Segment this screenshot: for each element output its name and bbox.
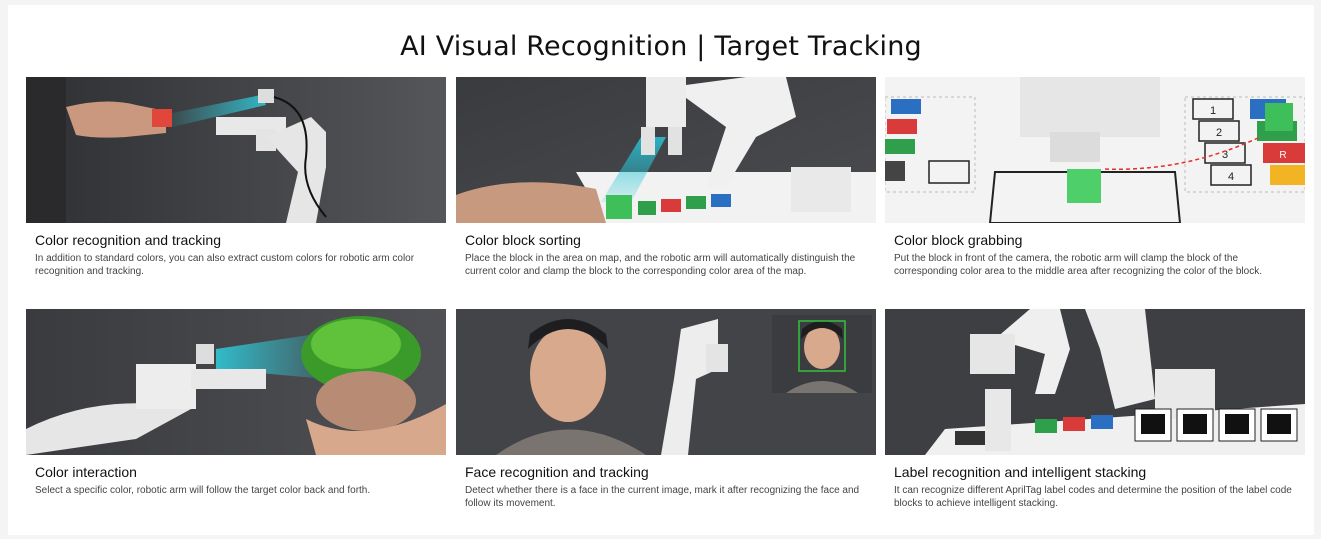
map-cell-label: 2 — [1216, 127, 1222, 139]
map-cell-label: 4 — [1228, 171, 1234, 183]
label-stacking-photo — [885, 309, 1305, 455]
card-description: In addition to standard colors, you can … — [35, 253, 415, 277]
card-description: It can recognize different AprilTag labe… — [894, 485, 1292, 509]
page-title: AI Visual Recognition | Target Tracking — [400, 31, 922, 62]
card-description: Place the block in the area on map, and … — [465, 253, 856, 277]
card-title: Label recognition and intelligent stacki… — [894, 464, 1147, 480]
page: AI Visual Recognition | Target Tracking — [8, 5, 1314, 535]
card-title: Color interaction — [35, 464, 137, 480]
map-cell-label: 1 — [1210, 105, 1216, 117]
block-sorting-photo — [456, 77, 876, 223]
card-title: Color block grabbing — [894, 232, 1023, 248]
color-tracking-photo — [26, 77, 446, 223]
card-title: Color block sorting — [465, 232, 581, 248]
card-title: Color recognition and tracking — [35, 232, 221, 248]
card-description: Put the block in front of the camera, th… — [894, 253, 1262, 277]
card-title: Face recognition and tracking — [465, 464, 649, 480]
card-description: Detect whether there is a face in the cu… — [465, 485, 860, 509]
color-interaction-photo — [26, 309, 446, 455]
block-grabbing-photo: 1 2 3 4 R — [885, 77, 1305, 223]
card-description: Select a specific color, robotic arm wil… — [35, 485, 371, 496]
map-cell-label: R — [1279, 150, 1286, 161]
face-tracking-photo — [456, 309, 876, 455]
